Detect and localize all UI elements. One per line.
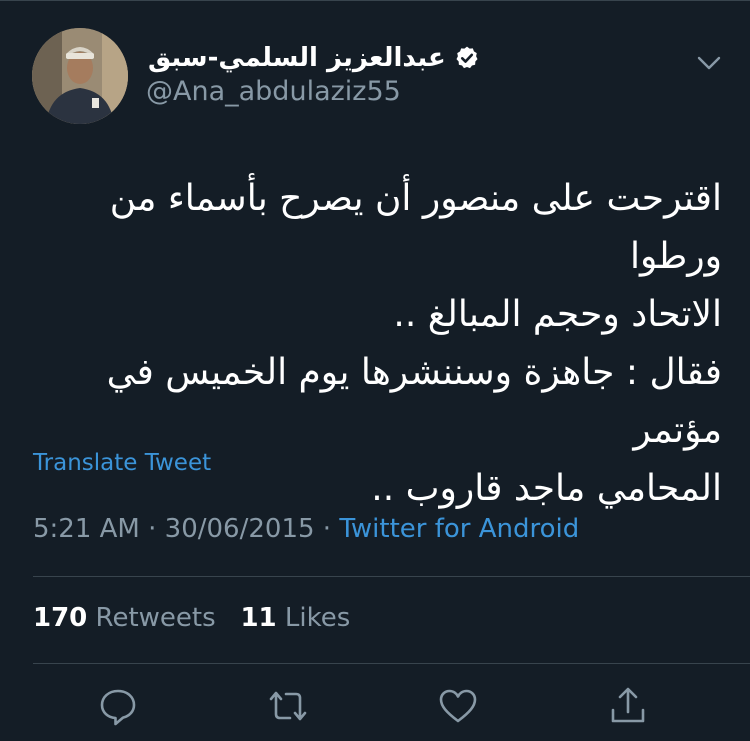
- likes-stat[interactable]: 11 Likes: [240, 603, 350, 633]
- likes-label: Likes: [284, 603, 351, 633]
- retweets-count: 170: [33, 603, 88, 633]
- top-divider: [0, 0, 750, 1]
- tweet-time: 5:21 AM: [33, 514, 140, 544]
- divider: [33, 663, 750, 664]
- chevron-down-icon[interactable]: [694, 50, 724, 76]
- tweet-stats: 170 Retweets 11 Likes: [33, 603, 350, 633]
- translate-tweet-link[interactable]: Translate Tweet: [33, 450, 211, 476]
- retweet-button[interactable]: [266, 684, 310, 728]
- like-button[interactable]: [436, 684, 480, 728]
- profile-photo-icon: [32, 28, 128, 124]
- verified-badge-icon: [456, 46, 478, 69]
- retweets-stat[interactable]: 170 Retweets: [33, 603, 216, 633]
- tweet-source-link[interactable]: Twitter for Android: [339, 514, 579, 544]
- display-name[interactable]: عبدالعزيز السلمي-سبق: [148, 43, 446, 73]
- like-icon: [439, 689, 477, 723]
- reply-button[interactable]: [96, 684, 140, 728]
- share-button[interactable]: [606, 684, 650, 728]
- share-icon: [611, 687, 645, 723]
- author-name-row[interactable]: عبدالعزيز السلمي-سبق: [148, 38, 480, 78]
- likes-count: 11: [240, 603, 277, 633]
- meta-separator: ·: [148, 514, 157, 544]
- action-bar: [0, 684, 750, 734]
- tweet-meta: 5:21 AM · 30/06/2015 · Twitter for Andro…: [33, 514, 579, 544]
- retweets-label: Retweets: [95, 603, 216, 633]
- author-handle[interactable]: @Ana_abdulaziz55: [146, 76, 401, 107]
- reply-icon: [100, 689, 136, 726]
- retweet-icon: [269, 691, 307, 721]
- tweet-date: 30/06/2015: [164, 514, 315, 544]
- divider: [33, 576, 750, 577]
- avatar[interactable]: [32, 28, 128, 124]
- meta-separator: ·: [322, 514, 332, 544]
